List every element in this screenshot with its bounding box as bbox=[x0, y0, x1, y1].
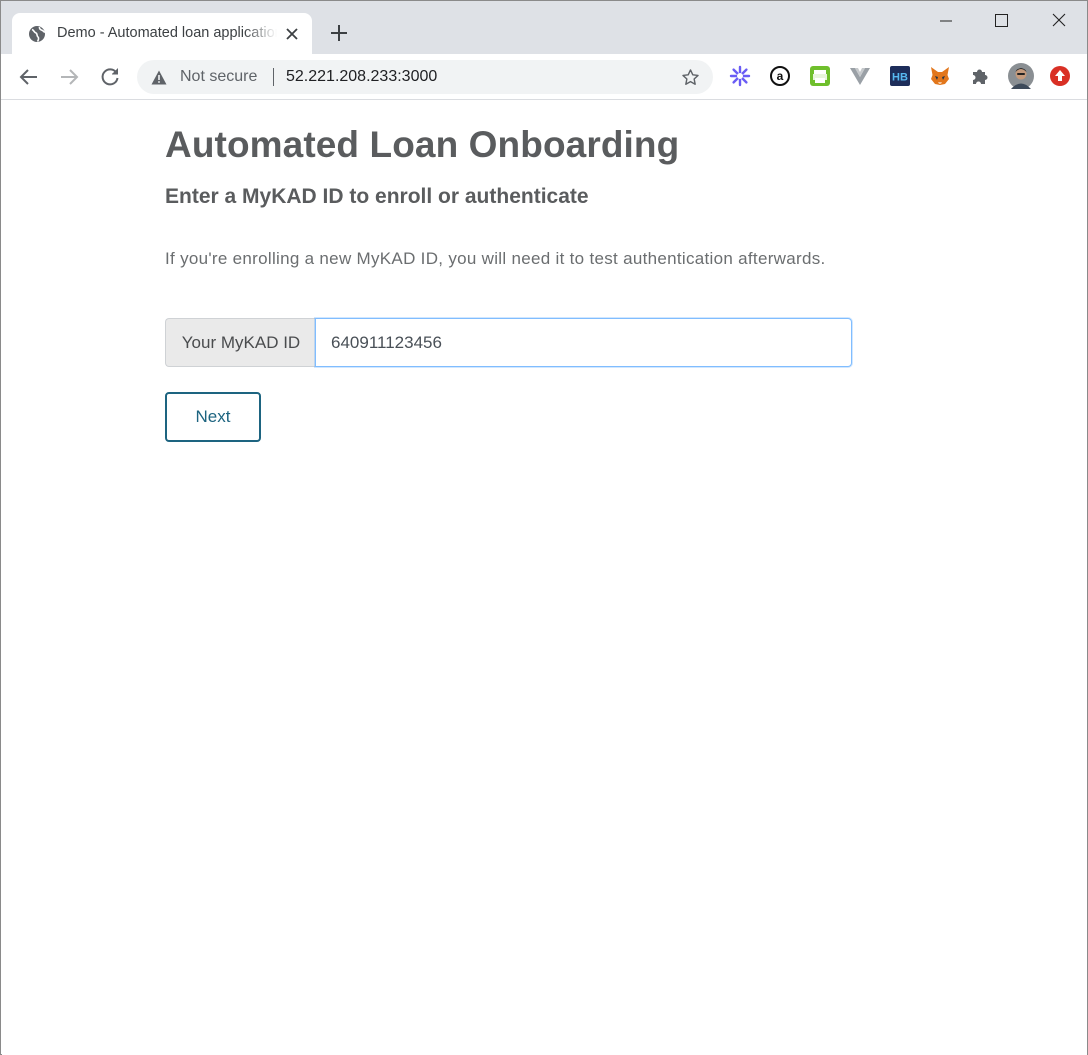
warning-icon[interactable] bbox=[151, 70, 167, 85]
forward-arrow-icon[interactable] bbox=[57, 65, 81, 89]
page-description: If you're enrolling a new MyKAD ID, you … bbox=[165, 249, 826, 268]
mykad-id-label: Your MyKAD ID bbox=[165, 318, 316, 367]
next-button[interactable]: Next bbox=[165, 392, 261, 442]
globe-icon bbox=[29, 26, 46, 42]
printer-extension-icon[interactable] bbox=[809, 65, 831, 87]
page-title: Automated Loan Onboarding bbox=[165, 124, 680, 165]
tab-strip: Demo - Automated loan application bbox=[1, 1, 1087, 55]
page-subtitle: Enter a MyKAD ID to enroll or authentica… bbox=[165, 185, 589, 208]
svg-text:a: a bbox=[777, 69, 784, 83]
browser-toolbar: Not secure 52.221.208.233:3000 a HB bbox=[1, 54, 1087, 100]
reload-icon[interactable] bbox=[98, 65, 122, 89]
asterisk-extension-icon[interactable] bbox=[729, 65, 751, 87]
update-icon[interactable] bbox=[1049, 65, 1071, 87]
close-icon[interactable] bbox=[284, 26, 300, 42]
url-text[interactable]: 52.221.208.233:3000 bbox=[286, 68, 437, 86]
new-tab-icon[interactable] bbox=[328, 22, 350, 44]
mykad-id-input[interactable] bbox=[315, 318, 852, 367]
amazon-assistant-icon[interactable]: a bbox=[769, 65, 791, 87]
profile-avatar[interactable] bbox=[1008, 63, 1034, 89]
browser-tab[interactable]: Demo - Automated loan application bbox=[12, 13, 312, 55]
svg-text:HB: HB bbox=[892, 72, 908, 84]
puzzle-extensions-icon[interactable] bbox=[969, 65, 991, 87]
mykad-input-group: Your MyKAD ID bbox=[165, 318, 852, 367]
window-close-icon[interactable] bbox=[1036, 5, 1082, 37]
tab-title: Demo - Automated loan application bbox=[57, 25, 277, 41]
hb-extension-icon[interactable]: HB bbox=[889, 65, 911, 87]
page-content: Automated Loan Onboarding Enter a MyKAD … bbox=[2, 101, 1087, 1055]
address-divider bbox=[273, 68, 274, 86]
browser-window: Demo - Automated loan application Not se… bbox=[0, 0, 1088, 1055]
bookmark-star-icon[interactable] bbox=[681, 68, 700, 87]
back-arrow-icon[interactable] bbox=[17, 65, 41, 89]
minimize-icon[interactable] bbox=[923, 5, 969, 37]
security-status[interactable]: Not secure bbox=[180, 68, 257, 86]
maximize-icon[interactable] bbox=[978, 5, 1024, 37]
address-bar[interactable]: Not secure 52.221.208.233:3000 bbox=[137, 60, 713, 94]
metamask-fox-icon[interactable] bbox=[929, 65, 951, 87]
vue-devtools-icon[interactable] bbox=[849, 65, 871, 87]
